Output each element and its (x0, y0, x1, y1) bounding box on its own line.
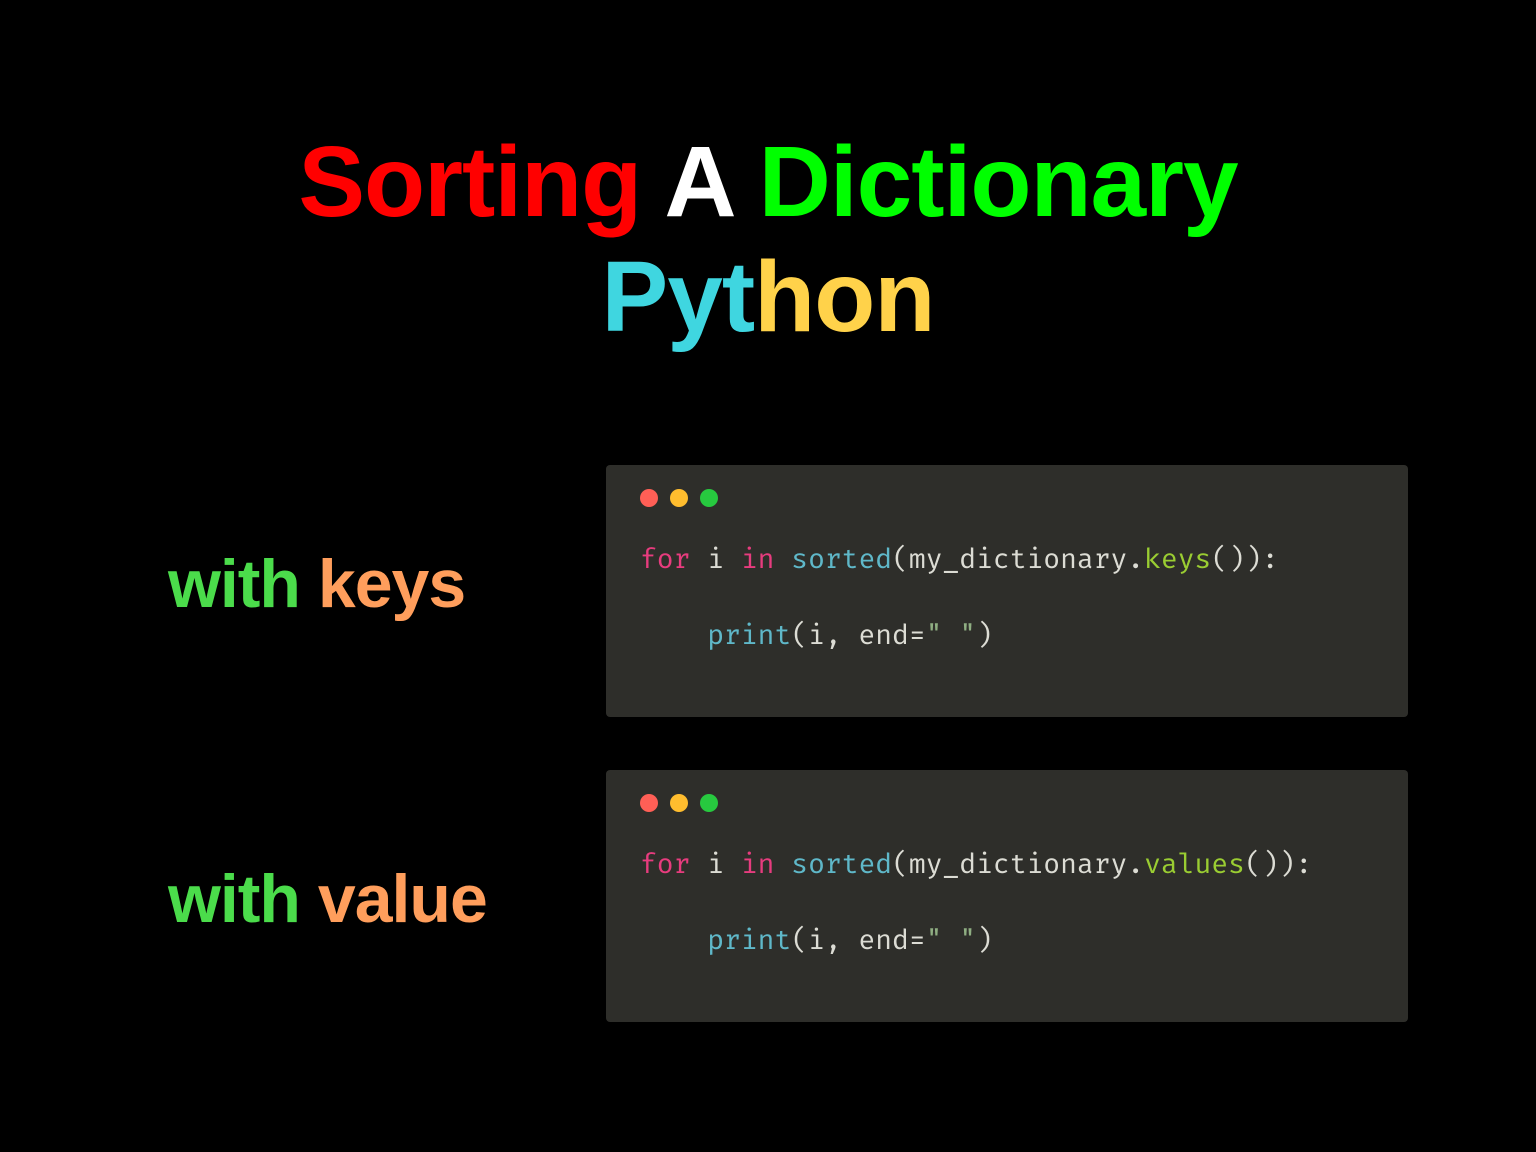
maximize-icon (700, 489, 718, 507)
tok-sorted: sorted (791, 543, 892, 576)
tok-var: i (707, 543, 724, 576)
tok-for: for (640, 848, 690, 881)
label-with: with (168, 861, 300, 937)
title-word-hon: hon (754, 241, 934, 353)
tok-method: values (1144, 848, 1245, 881)
tok-var: i (707, 848, 724, 881)
label-with: with (168, 546, 300, 622)
title-word-dictionary: Dictionary (759, 126, 1238, 238)
code-card-values: for i in sorted(my_dictionary.values()):… (606, 770, 1408, 1022)
tok-str: " " (926, 924, 976, 957)
close-icon (640, 489, 658, 507)
tok-obj: my_dictionary (909, 543, 1127, 576)
tok-for: for (640, 543, 690, 576)
tok-sorted: sorted (791, 848, 892, 881)
tok-method: keys (1144, 543, 1211, 576)
code-block-values: for i in sorted(my_dictionary.values()):… (606, 812, 1408, 959)
tok-print: print (707, 924, 791, 957)
window-controls (606, 770, 1408, 812)
tok-in: in (741, 543, 775, 576)
minimize-icon (670, 489, 688, 507)
label-word: keys (318, 546, 465, 622)
tok-obj: my_dictionary (909, 848, 1127, 881)
tok-str: " " (926, 619, 976, 652)
tok-in: in (741, 848, 775, 881)
tok-print: print (707, 619, 791, 652)
code-card-keys: for i in sorted(my_dictionary.keys()): p… (606, 465, 1408, 717)
slide-title: Sorting A Dictionary Python (128, 130, 1408, 350)
tok-print-args: i, end= (808, 619, 926, 652)
title-word-a: A (664, 126, 732, 238)
close-icon (640, 794, 658, 812)
minimize-icon (670, 794, 688, 812)
row-label-value: with value (168, 860, 487, 938)
label-word: value (318, 861, 487, 937)
row-label-keys: with keys (168, 545, 465, 623)
title-word-sorting: Sorting (298, 126, 641, 238)
slide-canvas: Sorting A Dictionary Python with keys fo… (128, 100, 1408, 1052)
maximize-icon (700, 794, 718, 812)
code-block-keys: for i in sorted(my_dictionary.keys()): p… (606, 507, 1408, 654)
tok-print-args: i, end= (808, 924, 926, 957)
window-controls (606, 465, 1408, 507)
title-word-pyt: Pyt (602, 241, 755, 353)
